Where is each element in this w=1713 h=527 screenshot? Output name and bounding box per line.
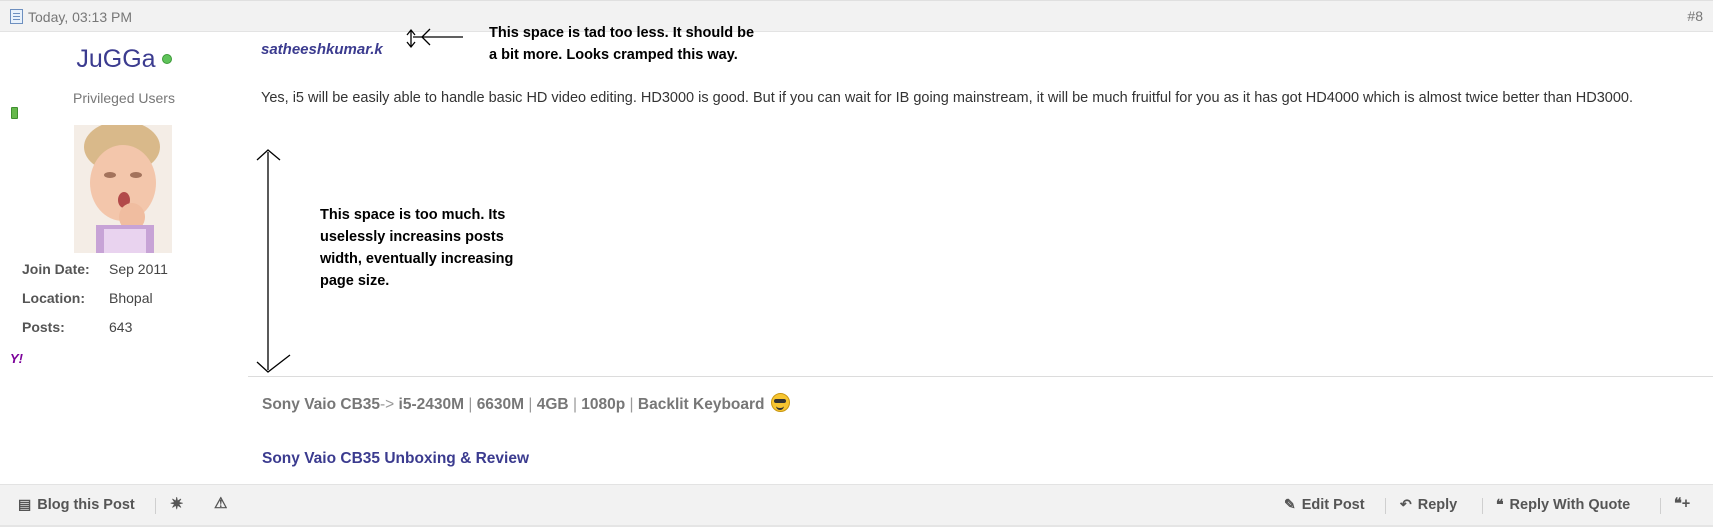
annotation-top-note: This space is tad too less. It should be… — [489, 25, 755, 63]
user-title: Privileged Users — [73, 90, 175, 106]
annotation-arrows — [256, 28, 463, 373]
blog-icon: ▤ — [18, 496, 32, 512]
reply-label: Reply — [1417, 497, 1458, 513]
signature-spec: 4GB — [536, 396, 569, 413]
forum-post: Today, 03:13 PM #8 JuGGa Privileged User… — [0, 0, 1713, 527]
signature-spec: 6630M — [476, 396, 525, 413]
stat-value: Bhopal — [109, 290, 153, 306]
report-post-button[interactable]: ⚠ — [214, 494, 227, 512]
star-icon: ✷ — [170, 496, 184, 513]
signature-device: Sony Vaio CB35 — [262, 396, 381, 413]
stat-join-date: Join Date: Sep 2011 — [22, 261, 222, 290]
username-container: JuGGa — [0, 45, 248, 74]
signature-spec: i5-2430M — [398, 396, 465, 413]
reputation-star-button[interactable]: ✷ — [170, 494, 183, 514]
signature-specs: Sony Vaio CB35-> i5-2430M | 6630M | 4GB … — [262, 393, 790, 414]
reply-button[interactable]: ↶ Reply — [1400, 496, 1457, 513]
stat-posts: Posts: 643 — [22, 319, 222, 348]
pencil-icon: ✎ — [1284, 496, 1296, 512]
post-body-text: Yes, i5 will be easily able to handle ba… — [261, 90, 1634, 106]
stat-location: Location: Bhopal — [22, 290, 222, 319]
stat-label: Location: — [22, 290, 85, 306]
multi-quote-button[interactable]: ❝+ — [1674, 496, 1690, 512]
post-header: Today, 03:13 PM #8 — [0, 0, 1713, 32]
reputation-icon[interactable] — [11, 107, 18, 119]
post-footer: ▤ Blog this Post ✷ ⚠ ✎ Edit Post ↶ Reply ❝ R… — [0, 484, 1713, 527]
document-icon — [10, 9, 23, 24]
edit-post-button[interactable]: ✎ Edit Post — [1284, 496, 1365, 513]
stat-label: Posts: — [22, 319, 65, 335]
avatar[interactable] — [74, 125, 172, 253]
stat-value: Sep 2011 — [109, 261, 168, 277]
reply-with-quote-button[interactable]: ❝ Reply With Quote — [1496, 496, 1630, 513]
username-link[interactable]: JuGGa — [76, 45, 155, 73]
post-date: Today, 03:13 PM — [28, 9, 133, 25]
yahoo-messenger-icon[interactable]: Y! — [10, 351, 23, 366]
blog-post-button[interactable]: ▤ Blog this Post — [18, 496, 135, 513]
signature-review-link[interactable]: Sony Vaio CB35 Unboxing & Review — [262, 450, 529, 468]
quote-bubble-icon: ❝ — [1496, 496, 1504, 512]
stat-value: 643 — [109, 319, 133, 335]
multi-quote-icon: ❝+ — [1674, 496, 1691, 512]
edit-post-label: Edit Post — [1301, 497, 1365, 513]
warning-icon: ⚠ — [214, 495, 228, 512]
signature-arrow: -> — [380, 396, 395, 413]
signature-divider — [248, 376, 1713, 377]
online-status-icon — [161, 54, 172, 64]
cool-smiley-icon — [770, 393, 790, 412]
user-stats: Join Date: Sep 2011 Location: Bhopal Pos… — [22, 261, 222, 348]
signature-spec: 1080p — [581, 396, 626, 413]
blog-post-label: Blog this Post — [37, 497, 135, 513]
annotation-middle-note: This space is too much. Its uselessly in… — [320, 207, 514, 289]
quote-author-link[interactable]: satheeshkumar.k — [261, 41, 383, 58]
reply-with-quote-label: Reply With Quote — [1509, 497, 1631, 513]
signature-spec: Backlit Keyboard — [637, 396, 765, 413]
post-number-link[interactable]: #8 — [1687, 8, 1703, 24]
reply-arrow-icon: ↶ — [1400, 496, 1412, 512]
user-info-panel: JuGGa Privileged Users Join Date: Sep 20… — [0, 33, 248, 483]
stat-label: Join Date: — [22, 261, 90, 277]
